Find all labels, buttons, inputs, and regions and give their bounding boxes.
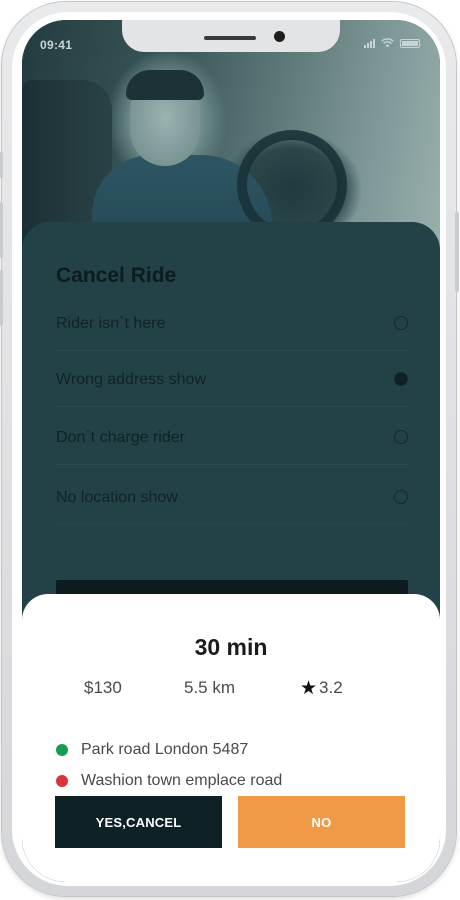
pickup-address-text: Park road London 5487 bbox=[81, 741, 249, 758]
reason-radio[interactable] bbox=[394, 316, 408, 330]
no-button[interactable]: NO bbox=[238, 796, 405, 848]
star-icon: ★ bbox=[300, 677, 318, 699]
reason-label: Rider isn`t here bbox=[56, 315, 166, 332]
notch bbox=[122, 20, 340, 52]
pickup-address: Park road London 5487 bbox=[56, 738, 248, 762]
dropoff-address-text: Washion town emplace road bbox=[81, 772, 283, 789]
rider-rating: ★ 3.2 bbox=[300, 678, 343, 698]
power-button bbox=[455, 212, 459, 292]
pickup-dot-icon bbox=[56, 744, 68, 756]
ride-stats: $130 5.5 km ★ 3.2 bbox=[22, 678, 440, 702]
trip-distance: 5.5 km bbox=[184, 678, 236, 697]
status-bar: 09:41 bbox=[22, 20, 440, 64]
reason-radio[interactable] bbox=[394, 430, 408, 444]
reason-option[interactable]: Don`t charge rider bbox=[56, 408, 408, 465]
volume-down-button bbox=[0, 270, 3, 326]
reason-option[interactable]: Wrong address show bbox=[56, 350, 408, 407]
phone-frame: 09:41 Cancel Ride Rider isn`t here Wrong… bbox=[0, 2, 459, 896]
reason-radio[interactable] bbox=[394, 490, 408, 504]
reason-option[interactable]: Rider isn`t here bbox=[56, 294, 408, 351]
status-time: 09:41 bbox=[40, 38, 73, 52]
screen: 09:41 Cancel Ride Rider isn`t here Wrong… bbox=[22, 20, 440, 882]
status-icons bbox=[364, 38, 420, 48]
signal-icon bbox=[364, 38, 375, 48]
cancel-ride-title: Cancel Ride bbox=[56, 264, 177, 287]
battery-icon bbox=[400, 39, 420, 48]
photo-driver-hair bbox=[126, 70, 204, 100]
ride-summary-sheet: 30 min $130 5.5 km ★ 3.2 Park road Londo… bbox=[22, 594, 440, 882]
rating-value: 3.2 bbox=[319, 678, 343, 697]
dropoff-address: Washion town emplace road bbox=[56, 769, 282, 793]
wifi-icon bbox=[381, 38, 394, 48]
reason-label: Don`t charge rider bbox=[56, 429, 185, 446]
dropoff-dot-icon bbox=[56, 775, 68, 787]
volume-up-button bbox=[0, 202, 3, 258]
speaker bbox=[204, 36, 256, 40]
yes-cancel-button[interactable]: YES,CANCEL bbox=[55, 796, 222, 848]
fare-price: $130 bbox=[84, 678, 122, 697]
reason-radio-selected[interactable] bbox=[394, 372, 408, 386]
eta-text: 30 min bbox=[194, 634, 268, 660]
mute-switch bbox=[0, 152, 3, 178]
front-camera bbox=[274, 31, 285, 42]
reason-option[interactable]: No location show bbox=[56, 468, 408, 525]
reason-label: No location show bbox=[56, 489, 178, 506]
reason-label: Wrong address show bbox=[56, 371, 206, 388]
